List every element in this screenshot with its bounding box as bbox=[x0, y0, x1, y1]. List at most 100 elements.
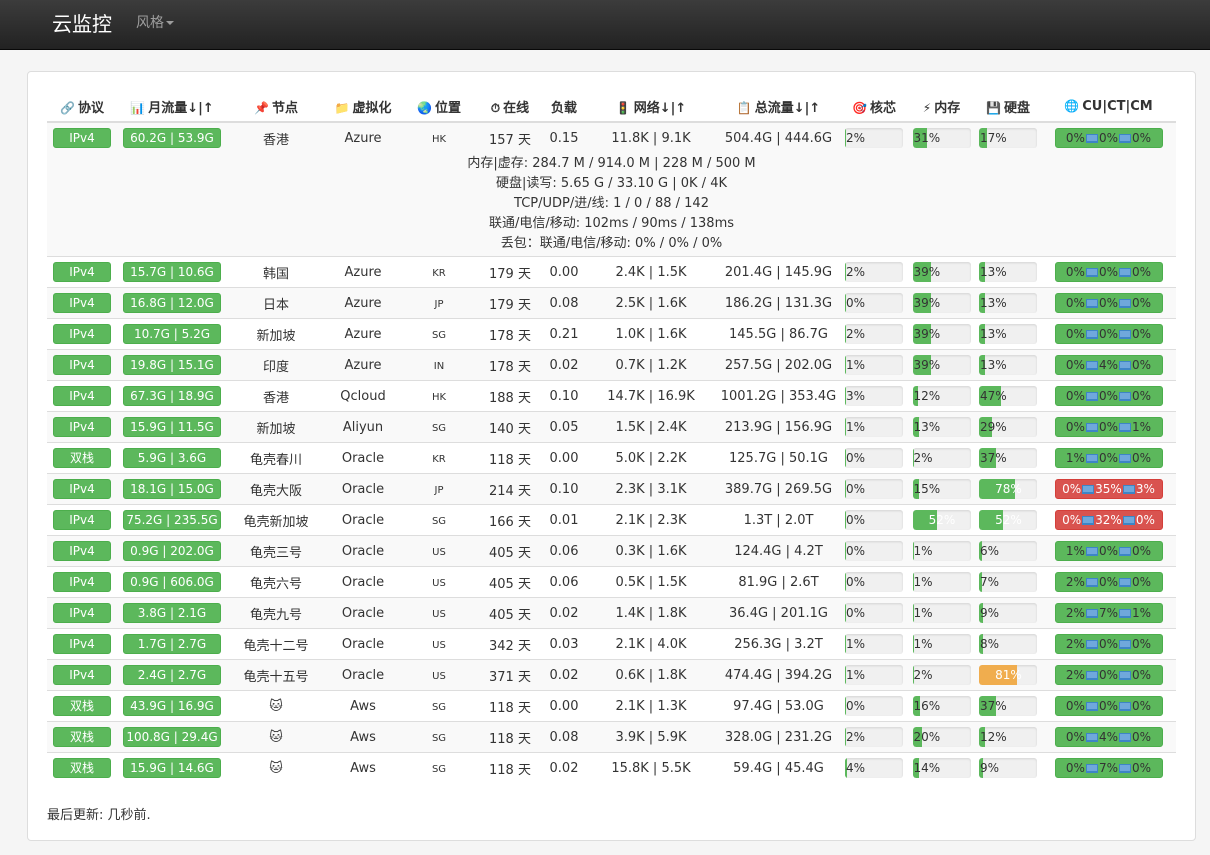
table-row[interactable]: IPv4 2.4G | 2.7G 龟壳十五号 Oracle US 371 天 0.02 0.6… bbox=[47, 659, 1176, 691]
cu-loss: 0% bbox=[1065, 420, 1085, 434]
ct-loss: 7% bbox=[1098, 606, 1119, 620]
header-load[interactable]: 负载 bbox=[543, 92, 585, 123]
monthly-traffic-badge: 67.3G | 18.9G bbox=[123, 386, 221, 406]
mem-usage-text: 14% bbox=[913, 761, 941, 776]
network-speed: 0.5K | 1.5K bbox=[585, 566, 717, 598]
header-total-traffic[interactable]: 📋 总流量↓|↑ bbox=[717, 92, 840, 123]
total-traffic: 145.5G | 86.7G bbox=[717, 318, 840, 350]
mem-usage-bar: 1% bbox=[912, 541, 971, 561]
table-row[interactable]: IPv4 18.1G | 15.0G 龟壳大阪 Oracle JP 214 天 0.10 2.… bbox=[47, 473, 1176, 505]
table-row[interactable]: IPv4 1.7G | 2.7G 龟壳十二号 Oracle US 342 天 0.03 2.1… bbox=[47, 628, 1176, 660]
disk-usage-bar: 8% bbox=[979, 634, 1037, 654]
table-row[interactable]: IPv4 3.8G | 2.1G 龟壳九号 Oracle US 405 天 0.02 1.4K… bbox=[47, 597, 1176, 629]
virtualization: Oracle bbox=[325, 442, 401, 474]
header-protocol[interactable]: 🔗 协议 bbox=[47, 92, 117, 123]
protocol-badge: 双栈 bbox=[53, 448, 111, 468]
uptime: 188 天 bbox=[477, 380, 543, 412]
network-speed: 0.6K | 1.8K bbox=[585, 659, 717, 691]
table-row[interactable]: IPv4 10.7G | 5.2G 新加坡 Azure SG 178 天 0.21 1.0K … bbox=[47, 318, 1176, 350]
node-name: 新加坡 bbox=[227, 411, 325, 443]
row-detail-expanded: 内存|虚存: 284.7 M / 914.0 M | 228 M / 500 M… bbox=[47, 153, 1176, 257]
computer-icon bbox=[1119, 640, 1132, 649]
header-network[interactable]: 🚦 网络↓|↑ bbox=[585, 92, 717, 123]
monthly-traffic-badge: 3.8G | 2.1G bbox=[123, 603, 221, 623]
table-row[interactable]: IPv4 16.8G | 12.0G 日本 Azure JP 179 天 0.08 2.5K … bbox=[47, 287, 1176, 319]
load: 0.06 bbox=[543, 535, 585, 567]
table-row[interactable]: IPv4 19.8G | 15.1G 印度 Azure IN 178 天 0.02 0.7K … bbox=[47, 349, 1176, 381]
protocol-badge: IPv4 bbox=[53, 603, 111, 623]
table-row[interactable]: 双栈 15.9G | 14.6G 🐱 Aws SG 118 天 0.02 15.8K | 5.… bbox=[47, 752, 1176, 784]
disk-usage-text: 8% bbox=[980, 637, 1000, 651]
mem-usage-bar: 31% bbox=[912, 128, 971, 148]
disk-usage-bar: 13% bbox=[979, 324, 1037, 344]
header-monthly-traffic[interactable]: 📊 月流量↓|↑ bbox=[117, 92, 227, 123]
header-cpu[interactable]: 🎯 核芯 bbox=[840, 92, 908, 123]
cu-loss: 2% bbox=[1065, 637, 1085, 651]
mem-usage-text: 1% bbox=[913, 575, 933, 589]
disk-usage-text: 12% bbox=[980, 730, 1007, 744]
disk-usage-bar: 6% bbox=[979, 541, 1037, 561]
cpu-usage-text: 2% bbox=[846, 131, 866, 145]
monthly-traffic-badge: 15.7G | 10.6G bbox=[123, 262, 221, 282]
ct-loss: 0% bbox=[1098, 451, 1119, 465]
mem-usage-text: 15% bbox=[913, 482, 941, 496]
ping-status-badge: 1% 0% 0% bbox=[1054, 448, 1163, 468]
cpu-usage-text: 1% bbox=[846, 420, 866, 434]
ping-status-badge: 0% 0% 0% bbox=[1054, 386, 1163, 406]
uptime: 140 天 bbox=[477, 411, 543, 443]
protocol-badge: IPv4 bbox=[53, 510, 111, 530]
virtualization: Qcloud bbox=[325, 380, 401, 412]
computer-icon bbox=[1085, 330, 1098, 339]
protocol-badge: IPv4 bbox=[53, 541, 111, 561]
table-row[interactable]: IPv4 15.9G | 11.5G 新加坡 Aliyun SG 140 天 0.05 1.5… bbox=[47, 411, 1176, 443]
ping-status-badge: 0% 32% 0% bbox=[1054, 510, 1163, 530]
computer-icon bbox=[1085, 134, 1098, 143]
total-traffic: 257.5G | 202.0G bbox=[717, 349, 840, 381]
protocol-badge: 双栈 bbox=[53, 727, 111, 747]
header-disk[interactable]: 💾 硬盘 bbox=[975, 92, 1041, 123]
ping-status-badge: 2% 0% 0% bbox=[1054, 665, 1163, 685]
virtualization: Aws bbox=[325, 721, 401, 753]
ct-loss: 0% bbox=[1098, 575, 1119, 589]
table-row[interactable]: 双栈 43.9G | 16.9G 🐱 Aws SG 118 天 0.00 2.1K | 1.3… bbox=[47, 690, 1176, 722]
ping-status-badge: 0% 7% 0% bbox=[1054, 758, 1163, 779]
ping-status-badge: 2% 7% 1% bbox=[1054, 603, 1163, 623]
disk-usage-text: 13% bbox=[980, 265, 1007, 279]
header-node[interactable]: 📌 节点 bbox=[227, 92, 325, 123]
table-row[interactable]: IPv4 15.7G | 10.6G 韩国 Azure KR 179 天 0.00 2.4K … bbox=[47, 256, 1176, 288]
load: 0.06 bbox=[543, 566, 585, 598]
uptime: 118 天 bbox=[477, 721, 543, 753]
style-dropdown[interactable]: 风格 bbox=[136, 12, 174, 32]
table-row[interactable]: IPv4 60.2G | 53.9G 香港 Azure HK 157 天 0.15 11.8K… bbox=[47, 121, 1176, 153]
disk-usage-text: 47% bbox=[980, 389, 1007, 403]
computer-icon bbox=[1085, 392, 1098, 401]
virtualization: Azure bbox=[325, 121, 401, 153]
cu-loss: 1% bbox=[1065, 544, 1085, 558]
table-row[interactable]: IPv4 67.3G | 18.9G 香港 Qcloud HK 188 天 0.10 14.7… bbox=[47, 380, 1176, 412]
cm-loss: 0% bbox=[1132, 637, 1152, 651]
header-location[interactable]: 🌏 位置 bbox=[401, 92, 477, 123]
computer-icon bbox=[1085, 764, 1098, 774]
computer-icon bbox=[1119, 330, 1132, 339]
header-memory[interactable]: ⚡ 内存 bbox=[908, 92, 975, 123]
cu-loss: 0% bbox=[1065, 699, 1085, 713]
table-row[interactable]: IPv4 0.9G | 606.0G 龟壳六号 Oracle US 405 天 0.06 0.… bbox=[47, 566, 1176, 598]
table-row[interactable]: IPv4 0.9G | 202.0G 龟壳三号 Oracle US 405 天 0.06 0.… bbox=[47, 535, 1176, 567]
header-virtualization[interactable]: 📁 虚拟化 bbox=[325, 92, 401, 123]
table-row[interactable]: 双栈 5.9G | 3.6G 龟壳春川 Oracle KR 118 天 0.00 5.0K |… bbox=[47, 442, 1176, 474]
uptime: 214 天 bbox=[477, 473, 543, 505]
node-name: 香港 bbox=[227, 380, 325, 412]
globe-meridians-icon: 🌐 bbox=[1064, 99, 1080, 113]
disk-usage-text: 6% bbox=[980, 544, 1000, 558]
table-row[interactable]: IPv4 75.2G | 235.5G 龟壳新加坡 Oracle SG 166 天 0.01… bbox=[47, 504, 1176, 536]
header-uptime[interactable]: ⏱ 在线 bbox=[477, 92, 543, 123]
brand-title[interactable]: 云监控 bbox=[52, 8, 112, 37]
monthly-traffic-badge: 5.9G | 3.6G bbox=[123, 448, 221, 468]
node-name: 龟壳六号 bbox=[227, 566, 325, 598]
ping-status-badge: 2% 0% 0% bbox=[1054, 634, 1163, 654]
network-speed: 2.1K | 4.0K bbox=[585, 628, 717, 660]
header-cu-ct-cm[interactable]: 🌐 CU|CT|CM bbox=[1041, 92, 1176, 123]
computer-icon bbox=[1119, 361, 1132, 370]
table-row[interactable]: 双栈 100.8G | 29.4G 🐱 Aws SG 118 天 0.08 3.9K | 5.… bbox=[47, 721, 1176, 753]
network-speed: 2.1K | 2.3K bbox=[585, 504, 717, 536]
